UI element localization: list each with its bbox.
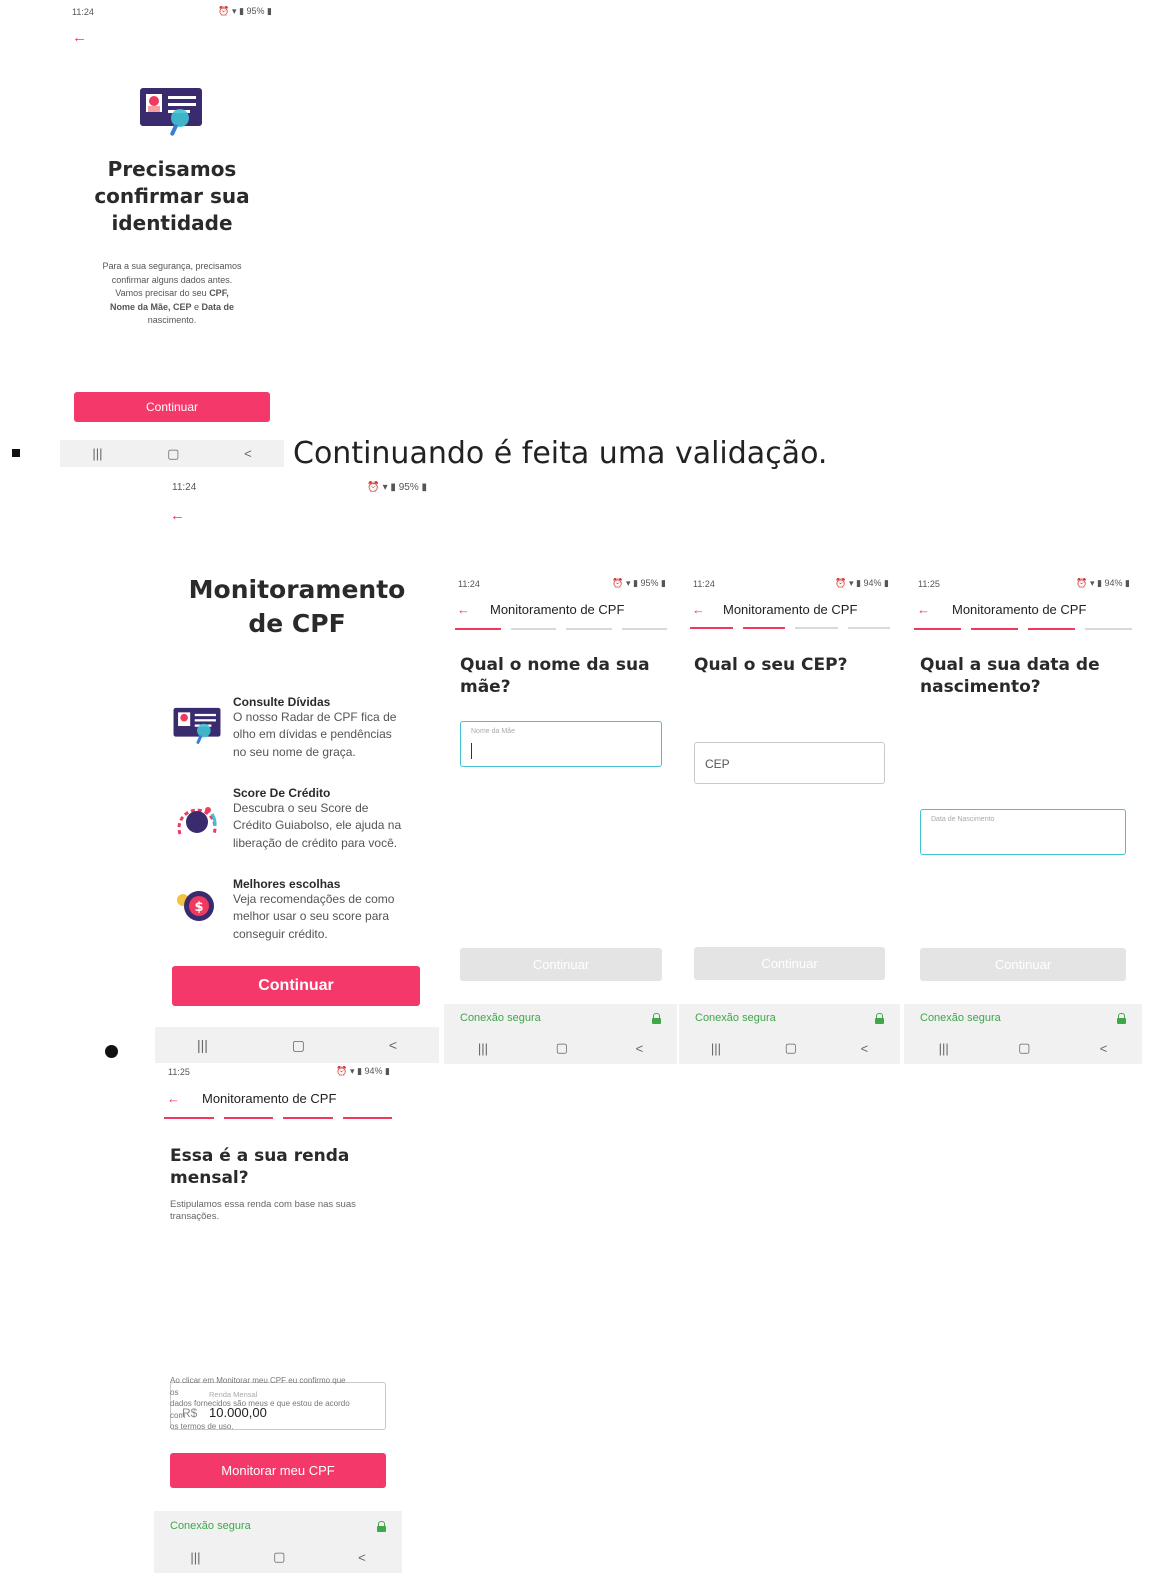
android-nav-bar: ||| ▢ < [60, 440, 284, 467]
android-nav-bar: ||| ▢ < [904, 1032, 1142, 1064]
continue-button[interactable]: Continuar [460, 948, 662, 981]
page-title: Precisamos confirmar sua identidade [94, 157, 250, 235]
feature-description: Veja recomendações de como melhor usar o… [233, 892, 395, 941]
secure-connection-bar: Conexão segura [904, 1004, 1142, 1032]
continue-button[interactable]: Continuar [172, 966, 420, 1006]
home-icon[interactable]: ▢ [785, 1040, 797, 1056]
page-title: Monitoramento de CPF [188, 575, 406, 638]
income-subtitle: Estipulamos essa renda com base nas suas… [170, 1199, 356, 1222]
nav-back-icon[interactable]: < [1100, 1041, 1108, 1056]
continue-button[interactable]: Continuar [74, 392, 270, 422]
svg-text:$: $ [194, 900, 203, 915]
home-icon[interactable]: ▢ [1018, 1040, 1030, 1056]
feature-description: O nosso Radar de CPF fica de olho em dív… [233, 710, 397, 759]
home-icon[interactable]: ▢ [273, 1549, 285, 1565]
feature-choices: Melhores escolhas Veja recomendações de … [233, 877, 423, 943]
question-title: Qual a sua data de nascimento? [920, 655, 1100, 698]
progress-steps [690, 627, 890, 629]
header-title: Monitoramento de CPF [490, 602, 625, 617]
status-bar: 11:24 ⏰ ▾ ▮ 94% ▮ [693, 578, 889, 589]
top-header: ← Monitoramento de CPF [167, 1091, 336, 1106]
recent-apps-icon[interactable]: ||| [197, 1037, 208, 1053]
score-gauge-icon [172, 796, 222, 845]
back-arrow-icon[interactable]: ← [457, 603, 470, 616]
progress-steps [164, 1117, 392, 1119]
home-icon[interactable]: ▢ [167, 446, 179, 462]
header-title: Monitoramento de CPF [723, 602, 858, 617]
top-header: ← Monitoramento de CPF [692, 602, 857, 617]
continue-button[interactable]: Continuar [920, 948, 1126, 981]
recent-apps-icon[interactable]: ||| [92, 446, 102, 461]
status-icons: ⏰ ▾ ▮ 95% ▮ [218, 6, 272, 16]
feature-title: Consulte Dívidas [233, 695, 331, 709]
question-title: Qual o seu CEP? [694, 655, 848, 675]
back-arrow-icon[interactable]: ← [72, 30, 87, 45]
mother-name-input[interactable]: Nome da Mãe [460, 721, 662, 767]
continue-button[interactable]: Continuar [694, 947, 885, 980]
feature-debts: Consulte Dívidas O nosso Radar de CPF fi… [233, 695, 423, 761]
recent-apps-icon[interactable]: ||| [190, 1550, 200, 1565]
status-bar: 11:24 ⏰ ▾ ▮ 95% ▮ [458, 578, 666, 589]
secure-connection-bar: Conexão segura [154, 1511, 402, 1541]
secure-connection-bar: Conexão segura [444, 1004, 677, 1032]
text-cursor [471, 743, 472, 759]
back-arrow-icon[interactable]: ← [917, 603, 930, 616]
top-header: ← Monitoramento de CPF [917, 602, 1086, 617]
id-card-icon [172, 706, 222, 751]
nav-back-icon[interactable]: < [389, 1037, 397, 1053]
top-header: ← Monitoramento de CPF [457, 602, 624, 617]
android-nav-bar: ||| ▢ < [155, 1027, 439, 1063]
coin-icon: $ [174, 886, 218, 931]
screen-cep: 11:24 ⏰ ▾ ▮ 94% ▮ ← Monitoramento de CPF… [0, 46, 1168, 1064]
recent-apps-icon[interactable]: ||| [939, 1041, 949, 1056]
header-title: Monitoramento de CPF [202, 1091, 337, 1106]
birth-date-input[interactable]: Data de Nascimento [920, 809, 1126, 855]
nav-back-icon[interactable]: < [244, 446, 252, 461]
secure-connection-bar: Conexão segura [679, 1004, 900, 1032]
terms-text: Ao clicar em Monitorar meu CPF eu confir… [170, 1376, 350, 1431]
monitor-cpf-button[interactable]: Monitorar meu CPF [170, 1453, 386, 1488]
android-nav-bar: ||| ▢ < [444, 1032, 677, 1064]
square-bullet [12, 449, 20, 457]
status-bar: 11:25 ⏰ ▾ ▮ 94% ▮ [168, 1066, 390, 1077]
back-arrow-icon[interactable]: ← [170, 508, 185, 523]
id-card-icon [138, 86, 204, 143]
android-nav-bar: ||| ▢ < [679, 1032, 900, 1064]
recent-apps-icon[interactable]: ||| [478, 1041, 488, 1056]
intro-text: Para a sua segurança, precisamos confirm… [102, 261, 242, 325]
home-icon[interactable]: ▢ [292, 1037, 305, 1054]
status-bar: 11:25 ⏰ ▾ ▮ 94% ▮ [918, 578, 1130, 589]
home-icon[interactable]: ▢ [556, 1040, 568, 1056]
feature-description: Descubra o seu Score de Crédito Guiabols… [233, 801, 402, 850]
header-title: Monitoramento de CPF [952, 602, 1087, 617]
progress-steps [914, 628, 1132, 630]
cep-input[interactable]: CEP [694, 742, 885, 784]
round-bullet [105, 1045, 118, 1058]
lock-icon [377, 1520, 386, 1532]
lock-icon [652, 1012, 661, 1024]
back-arrow-icon[interactable]: ← [692, 603, 705, 616]
status-bar: 11:24 ⏰ ▾ ▮ 95% ▮ [72, 6, 272, 17]
status-time: 11:24 [72, 6, 94, 17]
status-bar: 11:24 ⏰ ▾ ▮ 95% ▮ [172, 482, 427, 493]
nav-back-icon[interactable]: < [636, 1041, 644, 1056]
lock-icon [1117, 1012, 1126, 1024]
progress-steps [455, 628, 667, 630]
caption-note: Continuando é feita uma validação. [293, 436, 828, 471]
back-arrow-icon[interactable]: ← [167, 1092, 180, 1105]
recent-apps-icon[interactable]: ||| [711, 1041, 721, 1056]
feature-title: Melhores escolhas [233, 877, 341, 891]
nav-back-icon[interactable]: < [861, 1041, 869, 1056]
feature-score: Score De Crédito Descubra o seu Score de… [233, 786, 423, 852]
nav-back-icon[interactable]: < [358, 1550, 366, 1565]
lock-icon [875, 1012, 884, 1024]
android-nav-bar: ||| ▢ < [154, 1541, 402, 1573]
question-title: Qual o nome da sua mãe? [460, 655, 650, 698]
feature-title: Score De Crédito [233, 786, 331, 800]
question-title: Essa é a sua renda mensal? [170, 1146, 350, 1189]
